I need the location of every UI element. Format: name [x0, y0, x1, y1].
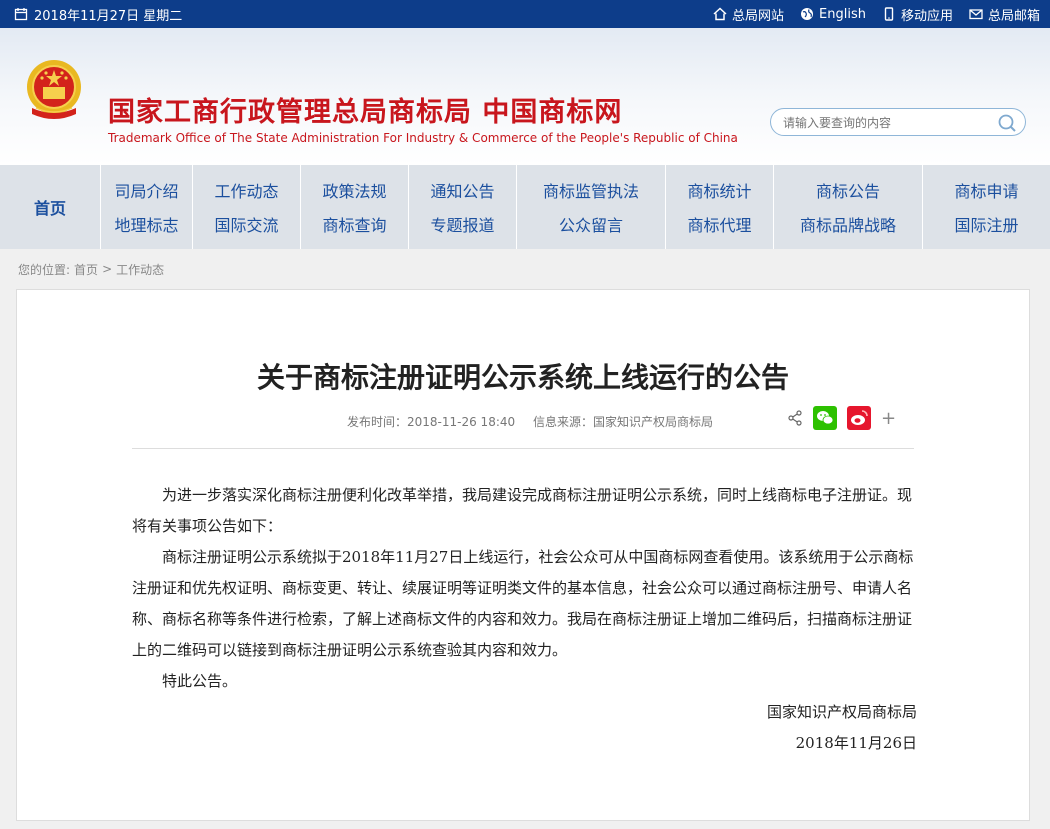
site-title: 国家工商行政管理总局商标局 中国商标网 — [108, 97, 623, 128]
agency-mail-label: 总局邮箱 — [987, 8, 1040, 24]
breadcrumb-current[interactable]: 工作动态 — [116, 261, 164, 278]
nav-brand-strategy[interactable]: 商标品牌战略 — [800, 212, 896, 236]
mobile-app-label: 移动应用 — [900, 8, 953, 24]
share-icon[interactable] — [787, 410, 803, 426]
nav-work-news[interactable]: 工作动态 — [214, 178, 278, 202]
nav-special-reports[interactable]: 专题报道 — [430, 212, 494, 236]
breadcrumb-home[interactable]: 首页 — [74, 261, 98, 278]
nav-international-exchange[interactable]: 国际交流 — [214, 212, 278, 236]
nav-public-messages[interactable]: 公众留言 — [559, 212, 623, 236]
info-source: 信息来源：国家知识产权局商标局 — [532, 415, 713, 429]
site-header: 国家工商行政管理总局商标局 中国商标网 Trademark Office of … — [0, 28, 1050, 165]
article-signature: 国家知识产权局商标局 — [766, 703, 917, 721]
title-divider — [132, 448, 914, 449]
wechat-icon[interactable] — [813, 406, 837, 430]
agency-site-link[interactable]: 总局网站 — [713, 5, 784, 24]
nav-trademark-announcement[interactable]: 商标公告 — [816, 178, 880, 202]
search-input[interactable] — [781, 109, 995, 137]
nav-group-6: 商标统计 商标代理 — [665, 165, 773, 249]
globe-icon — [801, 8, 814, 20]
calendar-icon — [14, 8, 28, 21]
breadcrumb: 您的位置: 首页 > 工作动态 — [0, 249, 1050, 289]
english-link[interactable]: English — [800, 7, 866, 22]
breadcrumb-label: 您的位置: — [18, 262, 71, 277]
article-paragraph: 为进一步落实深化商标注册便利化改革举措，我局建设完成商标注册证明公示系统，同时上… — [132, 486, 913, 535]
share-more-button[interactable]: + — [881, 408, 896, 429]
article-meta: 发布时间：2018-11-26 18:40 信息来源：国家知识产权局商标局 — [347, 413, 727, 430]
nav-international-registration[interactable]: 国际注册 — [954, 212, 1018, 236]
nav-trademark-application[interactable]: 商标申请 — [954, 178, 1018, 202]
nav-notices[interactable]: 通知公告 — [430, 178, 494, 202]
home-icon — [713, 7, 727, 21]
mobile-app-link[interactable]: 移动应用 — [882, 5, 953, 24]
article-panel: 关于商标注册证明公示系统上线运行的公告 发布时间：2018-11-26 18:4… — [16, 289, 1030, 821]
search-icon[interactable] — [997, 113, 1017, 133]
search-box — [770, 108, 1026, 137]
agency-site-label: 总局网站 — [732, 8, 785, 24]
national-emblem-icon[interactable] — [22, 56, 86, 124]
nav-group-5: 商标监管执法 公众留言 — [516, 165, 665, 249]
nav-enforcement[interactable]: 商标监管执法 — [543, 178, 639, 202]
english-label: English — [819, 6, 866, 22]
publish-time: 发布时间：2018-11-26 18:40 — [347, 415, 516, 429]
article-sign-date: 2018年11月26日 — [795, 734, 917, 752]
article-body: 为进一步落实深化商标注册便利化改革举措，我局建设完成商标注册证明公示系统，同时上… — [132, 480, 917, 759]
mobile-icon — [884, 7, 894, 21]
nav-policies-regulations[interactable]: 政策法规 — [322, 178, 386, 202]
mail-icon — [969, 9, 983, 20]
top-bar: 2018年11月27日 星期二 总局网站 English 移动应用 总局邮箱 — [0, 0, 1050, 28]
current-date: 2018年11月27日 星期二 — [34, 8, 183, 24]
nav-bureau-intro[interactable]: 司局介绍 — [114, 178, 178, 202]
nav-trademark-statistics[interactable]: 商标统计 — [687, 178, 751, 202]
nav-trademark-agency[interactable]: 商标代理 — [687, 212, 751, 236]
weibo-icon[interactable] — [847, 406, 871, 430]
nav-group-8: 商标申请 国际注册 — [922, 165, 1050, 249]
article-paragraph: 商标注册证明公示系统拟于2018年11月27日上线运行，社会公众可从中国商标网查… — [132, 548, 914, 659]
site-title-english: Trademark Office of The State Administra… — [108, 131, 738, 145]
nav-trademark-search[interactable]: 商标查询 — [322, 212, 386, 236]
article-paragraph: 特此公告。 — [162, 672, 238, 690]
nav-home[interactable]: 首页 — [0, 165, 100, 249]
agency-mail-link[interactable]: 总局邮箱 — [969, 5, 1040, 24]
nav-group-2: 工作动态 国际交流 — [192, 165, 300, 249]
share-bar: + — [787, 406, 896, 430]
nav-group-3: 政策法规 商标查询 — [300, 165, 408, 249]
nav-group-4: 通知公告 专题报道 — [408, 165, 516, 249]
breadcrumb-separator: > — [102, 262, 113, 276]
nav-group-1: 司局介绍 地理标志 — [100, 165, 192, 249]
nav-group-7: 商标公告 商标品牌战略 — [773, 165, 922, 249]
article-title: 关于商标注册证明公示系统上线运行的公告 — [256, 361, 789, 394]
main-nav: 首页 司局介绍 地理标志 工作动态 国际交流 政策法规 商标查询 通知公告 专题… — [0, 165, 1050, 249]
nav-geographical-indications[interactable]: 地理标志 — [114, 212, 178, 236]
